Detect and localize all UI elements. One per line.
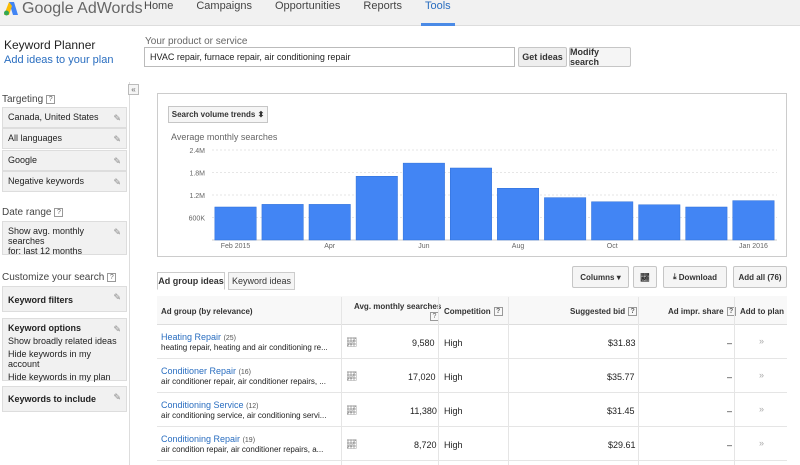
x-tick-label: Jan 2016: [739, 243, 768, 250]
chart-bar[interactable]: [685, 206, 728, 241]
chart-bar[interactable]: [544, 197, 587, 241]
avg-searches-value: 11,380: [410, 406, 437, 416]
suggested-bid-value: $29.61: [608, 440, 636, 450]
impr-share-value: –: [727, 440, 733, 450]
chart-toggle-button[interactable]: 📈︎: [633, 266, 657, 288]
impr-share-value: –: [727, 338, 733, 348]
columns-button[interactable]: Columns ▾: [572, 266, 629, 288]
trend-icon[interactable]: 📈︎: [346, 371, 357, 382]
line-chart-icon: 📈︎: [639, 272, 651, 282]
ad-group-name[interactable]: Heating Repair (25): [161, 332, 236, 342]
trend-icon[interactable]: 📈︎: [346, 439, 357, 450]
chart-bar[interactable]: [497, 188, 540, 241]
caret-down-icon: ▾: [616, 272, 621, 282]
col-ad-impr-share[interactable]: Ad impr. share?: [668, 307, 736, 317]
tab-ad-group-ideas[interactable]: Ad group ideas: [157, 272, 225, 290]
column-divider: [638, 297, 639, 465]
column-divider: [734, 297, 735, 465]
add-to-plan-icon[interactable]: »: [759, 336, 764, 346]
x-tick-label: Feb 2015: [221, 243, 251, 250]
chart-bar[interactable]: [402, 162, 445, 241]
avg-searches-value: 17,020: [408, 372, 436, 382]
competition-value: High: [444, 406, 463, 416]
competition-value: High: [444, 338, 463, 348]
chart-bar[interactable]: [355, 176, 398, 241]
chart-bar[interactable]: [308, 204, 351, 241]
x-tick-label: Apr: [324, 243, 336, 250]
suggested-bid-value: $31.83: [608, 338, 636, 348]
x-tick-label: Aug: [512, 243, 525, 250]
chart-bar[interactable]: [449, 167, 492, 241]
download-icon: ⤓: [673, 272, 677, 281]
table-row[interactable]: [157, 393, 787, 427]
ad-group-keywords: air conditioning service, air conditioni…: [161, 411, 327, 420]
avg-searches-value: 8,720: [414, 440, 437, 450]
y-tick-label: 600K: [189, 216, 206, 223]
download-button[interactable]: ⤓ Download: [663, 266, 727, 288]
help-icon[interactable]: ?: [628, 307, 638, 317]
col-avg-searches[interactable]: Avg. monthly searches: [354, 302, 441, 311]
add-to-plan-icon[interactable]: »: [759, 404, 764, 414]
trend-icon[interactable]: 📈︎: [346, 405, 357, 416]
chart-bar[interactable]: [214, 206, 257, 241]
avg-searches-value: 9,580: [412, 338, 435, 348]
col-suggested-bid[interactable]: Suggested bid?: [570, 307, 638, 317]
y-tick-label: 1.2M: [189, 193, 205, 200]
impr-share-value: –: [727, 406, 733, 416]
add-to-plan-icon[interactable]: »: [759, 370, 764, 380]
add-all-button[interactable]: Add all (76): [733, 266, 787, 288]
competition-value: High: [444, 440, 463, 450]
table-row[interactable]: [157, 325, 787, 359]
x-tick-label: Oct: [607, 243, 618, 250]
trend-icon[interactable]: 📈︎: [346, 337, 357, 348]
ad-group-name[interactable]: Conditioning Service (12): [161, 400, 259, 410]
chart-bar[interactable]: [591, 201, 634, 241]
x-tick-label: Jun: [418, 243, 429, 250]
ad-group-name[interactable]: Conditioner Repair (16): [161, 366, 251, 376]
table-row[interactable]: [157, 427, 787, 461]
add-to-plan-icon[interactable]: »: [759, 438, 764, 448]
suggested-bid-value: $31.45: [607, 406, 635, 416]
tab-keyword-ideas[interactable]: Keyword ideas: [228, 272, 295, 290]
table-row[interactable]: [157, 359, 787, 393]
column-divider: [508, 297, 509, 465]
chart-bar[interactable]: [732, 200, 775, 241]
y-tick-label: 2.4M: [189, 148, 205, 155]
suggested-bid-value: $35.77: [607, 372, 635, 382]
chart-bar[interactable]: [261, 204, 304, 241]
ad-group-keywords: air conditioner repair, air conditioner …: [161, 377, 326, 386]
impr-share-value: –: [727, 372, 733, 382]
y-tick-label: 1.8M: [189, 171, 205, 178]
col-add-to-plan: Add to plan: [740, 307, 784, 316]
col-competition[interactable]: Competition?: [444, 307, 503, 317]
competition-value: High: [444, 372, 463, 382]
ad-group-name[interactable]: Conditioning Repair (19): [161, 434, 255, 444]
ad-group-keywords: air condition repair, air conditioner re…: [161, 445, 324, 454]
help-icon[interactable]: ?: [493, 307, 503, 317]
column-divider: [341, 297, 342, 465]
column-divider: [438, 297, 439, 465]
ad-group-keywords: heating repair, heating and air conditio…: [161, 343, 328, 352]
chart-bar[interactable]: [638, 204, 681, 241]
col-ad-group[interactable]: Ad group (by relevance): [161, 307, 253, 316]
